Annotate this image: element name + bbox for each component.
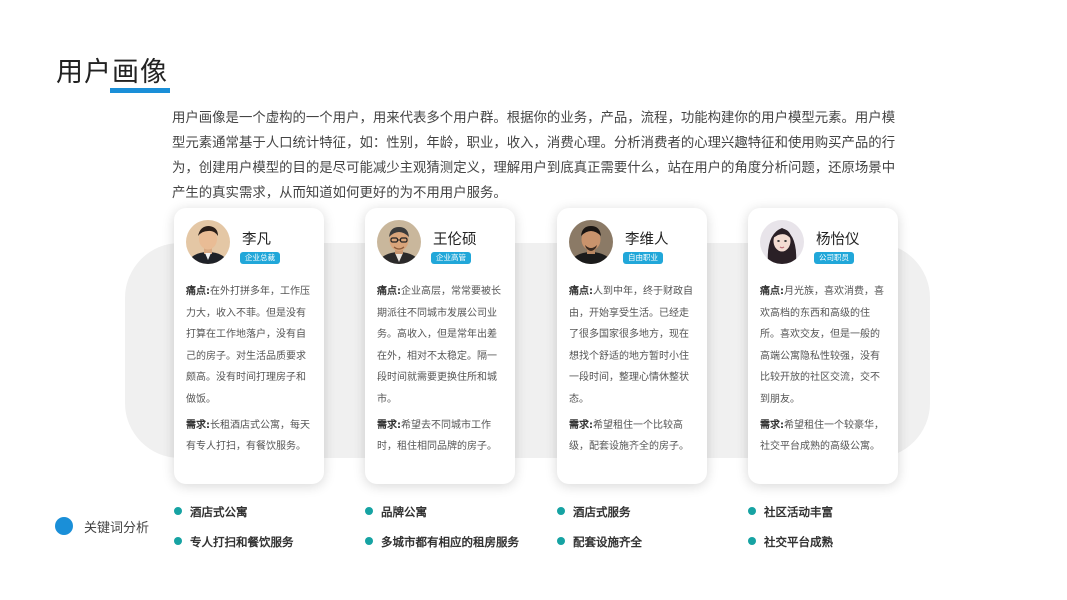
woman-portrait-icon [760,220,804,264]
pain-point: 痛点:月光族，喜欢消费，喜欢高档的东西和高级的住所。喜欢交友，但是一般的高端公寓… [760,286,884,405]
persona-card: 杨怡仪 公司职员 痛点:月光族，喜欢消费，喜欢高档的东西和高级的住所。喜欢交友，… [748,208,898,484]
bullet-icon [748,537,756,545]
keyword-item: 品牌公寓 [365,504,427,520]
man-portrait-icon [186,220,230,264]
persona-name: 杨怡仪 [816,232,860,248]
keyword-item: 社交平台成熟 [748,534,833,550]
persona-card: 王伦硕 企业高管 痛点:企业高层，常常要被长期派往不同城市发展公司业务。高收入，… [365,208,515,484]
keyword-item: 社区活动丰富 [748,504,833,520]
need: 需求:长租酒店式公寓，每天有专人打扫，有餐饮服务。 [186,419,310,453]
page-title: 用户画像 [56,57,168,88]
keyword-item: 专人打扫和餐饮服务 [174,534,294,550]
bullet-icon [748,507,756,515]
persona-name: 王伦硕 [433,232,477,248]
role-badge: 企业总裁 [240,252,280,264]
keyword-item: 酒店式服务 [557,504,631,520]
bullet-icon [174,537,182,545]
pain-point: 痛点:人到中年，终于财政自由，开始享受生活。已经走了很多国家很多地方，现在想找个… [569,286,693,405]
need: 需求:希望租住一个比较高级，配套设施齐全的房子。 [569,419,689,453]
bullet-icon [557,507,565,515]
keyword-item: 配套设施齐全 [557,534,642,550]
pain-point: 痛点:在外打拼多年，工作压力大，收入不菲。但是没有打算在工作地落户，没有自己的房… [186,286,310,405]
older-man-glasses-portrait-icon [377,220,421,264]
keyword-item: 多城市都有相应的租房服务 [365,534,519,550]
bullet-icon [365,537,373,545]
bullet-icon [174,507,182,515]
need: 需求:希望去不同城市工作时，租住相同品牌的房子。 [377,419,497,453]
man-portrait-icon [569,220,613,264]
persona-card: 李凡 企业总裁 痛点:在外打拼多年，工作压力大，收入不菲。但是没有打算在工作地落… [174,208,324,484]
bullet-icon [365,507,373,515]
role-badge: 自由职业 [623,252,663,264]
persona-name: 李维人 [625,232,669,248]
role-badge: 企业高管 [431,252,471,264]
persona-card: 李维人 自由职业 痛点:人到中年，终于财政自由，开始享受生活。已经走了很多国家很… [557,208,707,484]
keywords-section-label: 关键词分析 [84,521,150,536]
title-underline [110,88,170,93]
bullet-icon [557,537,565,545]
role-badge: 公司职员 [814,252,854,264]
circle-icon [55,517,73,535]
pain-point: 痛点:企业高层，常常要被长期派往不同城市发展公司业务。高收入，但是常年出差在外，… [377,286,501,405]
persona-name: 李凡 [242,232,271,248]
need: 需求:希望租住一个较豪华，社交平台成熟的高级公寓。 [760,419,884,453]
keyword-item: 酒店式公寓 [174,504,248,520]
intro-paragraph: 用户画像是一个虚构的一个用户，用来代表多个用户群。根据你的业务，产品，流程，功能… [172,111,896,201]
